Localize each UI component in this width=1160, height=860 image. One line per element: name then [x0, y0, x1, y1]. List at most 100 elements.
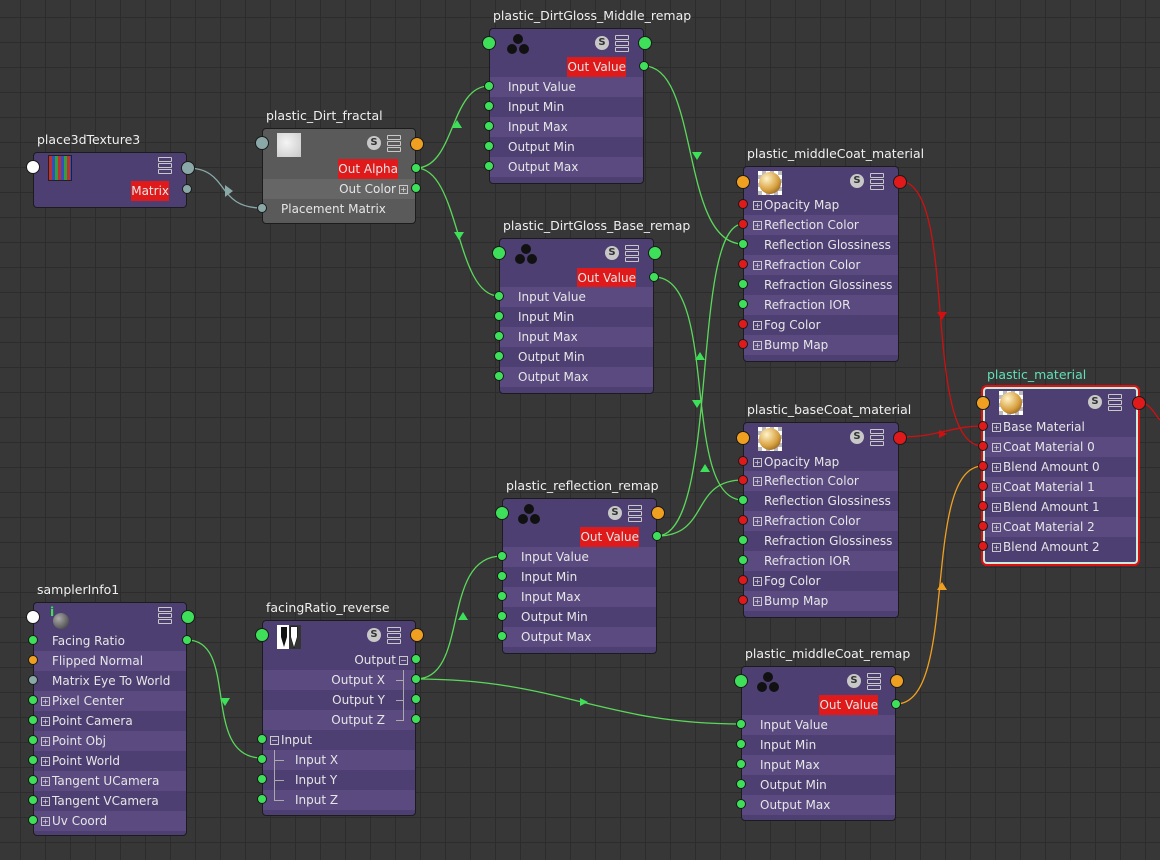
expand-icon[interactable]: + [41, 817, 50, 826]
port-reflection-glossiness-plug[interactable] [738, 495, 748, 505]
node-facing-ratio-reverse[interactable]: facingRatio_reverse S Output − Output X O… [255, 600, 424, 816]
port-blend-amount-2-plug[interactable] [978, 541, 988, 551]
input-plug[interactable] [255, 628, 269, 642]
port-coat-material-0-plug[interactable] [978, 441, 988, 451]
node-menu-icon[interactable] [1108, 394, 1122, 411]
port-output-min-plug[interactable] [484, 141, 494, 151]
node-menu-icon[interactable] [158, 607, 172, 624]
port-refraction-color-plug[interactable] [738, 259, 748, 269]
expand-icon[interactable]: + [753, 477, 762, 486]
expand-icon[interactable]: + [753, 221, 762, 230]
output-plug[interactable] [181, 610, 195, 624]
input-plug[interactable] [492, 246, 506, 260]
expand-icon[interactable]: + [41, 777, 50, 786]
port-input-min-plug[interactable] [494, 311, 504, 321]
swatch-toggle-button[interactable]: S [1088, 395, 1102, 409]
port-output-min-plug[interactable] [494, 351, 504, 361]
port-point-camera-plug[interactable] [28, 715, 38, 725]
node-menu-icon[interactable] [158, 157, 172, 174]
port-output-max-plug[interactable] [494, 371, 504, 381]
node-menu-icon[interactable] [867, 673, 881, 690]
port-output-min-plug[interactable] [736, 779, 746, 789]
output-plug[interactable] [181, 161, 195, 175]
node-base-remap[interactable]: plastic_DirtGloss_Base_remap S Out Value… [492, 218, 690, 394]
output-plug[interactable] [638, 36, 652, 50]
output-plug[interactable] [651, 506, 665, 520]
expand-icon[interactable]: + [753, 458, 762, 467]
swatch-toggle-button[interactable]: S [608, 506, 622, 520]
collapse-icon[interactable]: − [270, 736, 279, 745]
output-plug[interactable] [893, 431, 907, 445]
port-reflection-color-plug[interactable] [738, 219, 748, 229]
input-plug[interactable] [495, 506, 509, 520]
expand-icon[interactable]: + [992, 423, 1001, 432]
expand-icon[interactable]: + [992, 443, 1001, 452]
port-output-z-plug[interactable] [411, 714, 421, 724]
port-fog-color-plug[interactable] [738, 575, 748, 585]
port-input-max-plug[interactable] [484, 121, 494, 131]
port-uv-coord-plug[interactable] [28, 815, 38, 825]
port-input-x-plug[interactable] [257, 754, 267, 764]
node-menu-icon[interactable] [387, 135, 401, 152]
port-input-min-plug[interactable] [497, 571, 507, 581]
expand-icon[interactable]: + [41, 697, 50, 706]
port-input-value-plug[interactable] [497, 551, 507, 561]
port-opacity-map-plug[interactable] [738, 456, 748, 466]
port-out-value-plug[interactable] [649, 272, 659, 282]
port-input-plug[interactable] [257, 734, 267, 744]
port-input-max-plug[interactable] [736, 759, 746, 769]
input-plug[interactable] [736, 431, 750, 445]
expand-icon[interactable]: + [753, 321, 762, 330]
port-placement-matrix-plug[interactable] [257, 203, 267, 213]
expand-icon[interactable]: + [753, 261, 762, 270]
port-matrix-eye-to-world-plug[interactable] [28, 675, 38, 685]
node-menu-icon[interactable] [625, 245, 639, 262]
node-sampler-info[interactable]: samplerInfo1 i Facing Ratio Flipped Norm… [26, 582, 195, 836]
port-point-obj-plug[interactable] [28, 735, 38, 745]
swatch-toggle-button[interactable]: S [595, 36, 609, 50]
expand-icon[interactable]: + [753, 577, 762, 586]
output-plug[interactable] [410, 628, 424, 642]
port-refraction-glossiness-plug[interactable] [738, 279, 748, 289]
port-blend-amount-0-plug[interactable] [978, 461, 988, 471]
port-out-color-plug[interactable] [411, 183, 421, 193]
node-middle-remap[interactable]: plastic_DirtGloss_Middle_remap S Out Val… [482, 8, 691, 184]
input-plug[interactable] [734, 674, 748, 688]
port-out-value-plug[interactable] [652, 531, 662, 541]
port-coat-material-1-plug[interactable] [978, 481, 988, 491]
port-output-plug[interactable] [411, 654, 421, 664]
port-reflection-glossiness-plug[interactable] [738, 239, 748, 249]
port-refraction-glossiness-plug[interactable] [738, 535, 748, 545]
input-plug[interactable] [255, 136, 269, 150]
swatch-toggle-button[interactable]: S [850, 430, 864, 444]
expand-icon[interactable]: + [753, 341, 762, 350]
swatch-toggle-button[interactable]: S [847, 674, 861, 688]
swatch-toggle-button[interactable]: S [367, 628, 381, 642]
node-menu-icon[interactable] [628, 505, 642, 522]
output-plug[interactable] [893, 175, 907, 189]
input-plug[interactable] [26, 160, 40, 174]
collapse-icon[interactable]: − [399, 656, 408, 665]
port-output-x-plug[interactable] [411, 674, 421, 684]
port-flipped-normal-plug[interactable] [28, 655, 38, 665]
port-output-min-plug[interactable] [497, 611, 507, 621]
output-plug[interactable] [1132, 396, 1146, 410]
port-output-y-plug[interactable] [411, 694, 421, 704]
input-plug[interactable] [26, 610, 40, 624]
port-tangent-vcamera-plug[interactable] [28, 795, 38, 805]
expand-icon[interactable]: + [753, 201, 762, 210]
port-out-value-plug[interactable] [891, 699, 901, 709]
port-input-value-plug[interactable] [736, 719, 746, 729]
port-input-value-plug[interactable] [484, 81, 494, 91]
swatch-toggle-button[interactable]: S [367, 136, 381, 150]
expand-icon[interactable]: + [753, 597, 762, 606]
node-middle-coat-material[interactable]: plastic_middleCoat_material S + Opacity M… [736, 146, 924, 362]
port-coat-material-2-plug[interactable] [978, 521, 988, 531]
port-bump-map-plug[interactable] [738, 595, 748, 605]
port-matrix-plug[interactable] [182, 184, 192, 194]
port-input-max-plug[interactable] [494, 331, 504, 341]
port-facing-ratio-out-plug[interactable] [182, 635, 192, 645]
output-plug[interactable] [410, 137, 424, 151]
port-output-max-plug[interactable] [484, 161, 494, 171]
port-facing-ratio-plug[interactable] [28, 635, 38, 645]
